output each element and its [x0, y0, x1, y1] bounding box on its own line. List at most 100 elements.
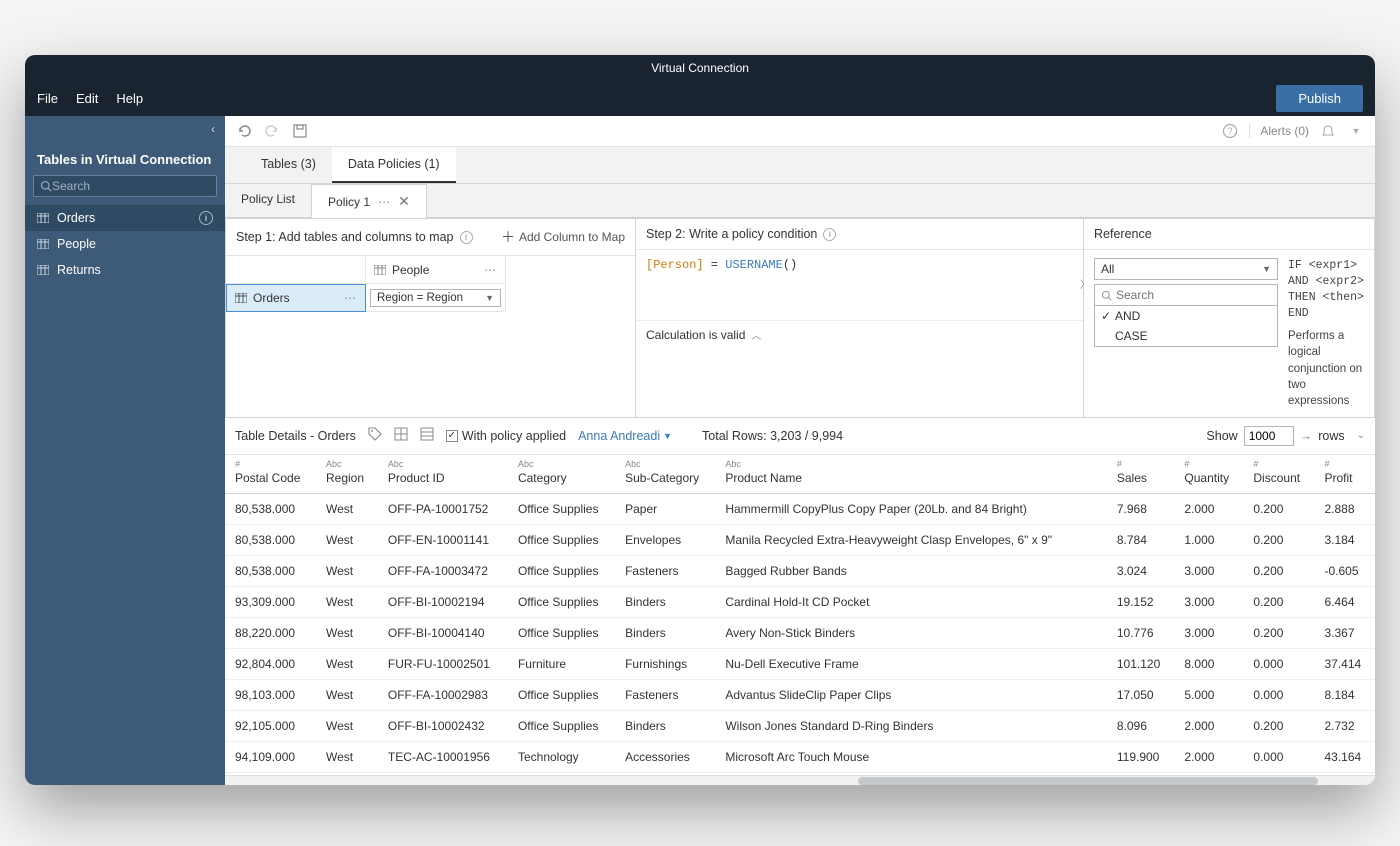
sidebar-item-label: People: [57, 237, 96, 251]
tab-data-policies[interactable]: Data Policies (1): [332, 147, 456, 183]
user-select[interactable]: Anna Andreadi ▼: [578, 429, 672, 443]
column-header[interactable]: AbcProduct ID: [378, 455, 508, 494]
subtab-policy-1[interactable]: Policy 1 ⋯ ✕: [311, 184, 427, 218]
map-cell-region-select[interactable]: Region = Region ▼: [366, 284, 506, 312]
table-cell: 2.000: [1174, 710, 1243, 741]
column-header[interactable]: #Discount: [1243, 455, 1314, 494]
more-icon[interactable]: ⋯: [344, 291, 357, 305]
column-header[interactable]: AbcCategory: [508, 455, 615, 494]
table-cell: West: [316, 493, 378, 524]
table-cell: 93,309.000: [225, 586, 316, 617]
table-row[interactable]: 92,804.000WestFUR-FU-10002501FurnitureFu…: [225, 648, 1375, 679]
table-row[interactable]: 80,538.000WestOFF-FA-10003472Office Supp…: [225, 555, 1375, 586]
table-cell: West: [316, 586, 378, 617]
table-cell: 98,103.000: [225, 679, 316, 710]
region-mapping-select[interactable]: Region = Region ▼: [370, 289, 501, 307]
sidebar-item-returns[interactable]: Returns: [25, 257, 225, 283]
table-row[interactable]: 80,538.000WestOFF-PA-10001752Office Supp…: [225, 493, 1375, 524]
data-table-wrapper[interactable]: #Postal CodeAbcRegionAbcProduct IDAbcCat…: [225, 455, 1375, 775]
map-cell-orders[interactable]: Orders ⋯: [226, 284, 366, 312]
tab-tables[interactable]: Tables (3): [245, 147, 332, 183]
column-header[interactable]: #Quantity: [1174, 455, 1243, 494]
policy-tab-more-icon[interactable]: ⋯: [378, 195, 390, 209]
table-details-title: Table Details - Orders: [235, 429, 356, 443]
caret-down-icon[interactable]: ▼: [1347, 122, 1365, 140]
table-cell: Manila Recycled Extra-Heavyweight Clasp …: [715, 524, 1107, 555]
step2-header: Step 2: Write a policy condition i: [636, 219, 1083, 250]
chevron-down-icon[interactable]: ⌄: [1357, 430, 1365, 441]
policy-condition-editor[interactable]: [Person] = USERNAME(): [636, 250, 1083, 320]
caret-down-icon: ▼: [1262, 264, 1271, 274]
table-cell: 80,538.000: [225, 555, 316, 586]
table-row[interactable]: 98,103.000WestOFF-FA-10002983Office Supp…: [225, 679, 1375, 710]
reference-item-and[interactable]: AND: [1095, 306, 1277, 326]
column-header[interactable]: AbcProduct Name: [715, 455, 1107, 494]
table-row[interactable]: 80,538.000WestOFF-EN-10001141Office Supp…: [225, 524, 1375, 555]
caret-down-icon: ▼: [485, 293, 494, 303]
collapse-icon[interactable]: 〉: [1080, 276, 1090, 291]
info-icon[interactable]: i: [199, 211, 213, 225]
table-row[interactable]: 93,309.000WestOFF-BI-10002194Office Supp…: [225, 586, 1375, 617]
horizontal-scrollbar[interactable]: [225, 775, 1375, 785]
map-cell-people[interactable]: People ⋯: [366, 256, 506, 284]
column-header[interactable]: #Sales: [1107, 455, 1175, 494]
redo-button[interactable]: [263, 122, 281, 140]
table-cell: Office Supplies: [508, 679, 615, 710]
column-header[interactable]: #Profit: [1314, 455, 1375, 494]
scrollbar-thumb[interactable]: [858, 777, 1318, 785]
grid-view-icon[interactable]: [394, 427, 408, 444]
reference-search-input[interactable]: [1116, 288, 1271, 302]
table-cell: 8.096: [1107, 710, 1175, 741]
sidebar-collapse-button[interactable]: ‹: [25, 116, 225, 142]
undo-button[interactable]: [235, 122, 253, 140]
add-column-button[interactable]: ＋Add Column to Map: [501, 227, 625, 247]
table-details-bar: Table Details - Orders ✓ With policy app…: [225, 418, 1375, 455]
table-cell: 0.200: [1243, 710, 1314, 741]
data-table: #Postal CodeAbcRegionAbcProduct IDAbcCat…: [225, 455, 1375, 775]
tag-icon[interactable]: [368, 427, 382, 444]
table-icon: [37, 265, 49, 275]
alerts-label[interactable]: Alerts (0): [1249, 124, 1309, 138]
close-icon[interactable]: ✕: [398, 193, 410, 210]
column-header[interactable]: #Postal Code: [225, 455, 316, 494]
save-button[interactable]: [291, 122, 309, 140]
sidebar-item-people[interactable]: People: [25, 231, 225, 257]
info-icon[interactable]: i: [823, 228, 836, 241]
table-cell: 2.000: [1174, 493, 1243, 524]
table-cell: Binders: [615, 586, 715, 617]
reference-filter-select[interactable]: All ▼: [1094, 258, 1278, 280]
table-row[interactable]: 88,220.000WestOFF-BI-10004140Office Supp…: [225, 617, 1375, 648]
table-cell: West: [316, 555, 378, 586]
reference-item-case[interactable]: CASE: [1095, 326, 1277, 346]
table-cell: 8.000: [1174, 648, 1243, 679]
menu-help[interactable]: Help: [116, 91, 143, 106]
main-tabs: Tables (3) Data Policies (1): [225, 147, 1375, 184]
column-header[interactable]: AbcSub-Category: [615, 455, 715, 494]
menu-file[interactable]: File: [37, 91, 58, 106]
column-header[interactable]: AbcRegion: [316, 455, 378, 494]
table-cell: 3.184: [1314, 524, 1375, 555]
sidebar-item-orders[interactable]: Orders i: [25, 205, 225, 231]
table-cell: 3.000: [1174, 617, 1243, 648]
table-cell: 0.200: [1243, 493, 1314, 524]
info-icon[interactable]: i: [460, 231, 473, 244]
calculation-status[interactable]: Calculation is valid ︿: [636, 320, 1083, 348]
help-button[interactable]: ?: [1221, 122, 1239, 140]
subtab-policy-list[interactable]: Policy List: [225, 184, 311, 217]
more-icon[interactable]: ⋯: [484, 263, 497, 277]
svg-text:?: ?: [1228, 126, 1233, 136]
arrow-right-icon[interactable]: →: [1300, 429, 1313, 443]
table-row[interactable]: 92,105.000WestOFF-BI-10002432Office Supp…: [225, 710, 1375, 741]
table-cell: West: [316, 524, 378, 555]
show-rows-input[interactable]: [1244, 426, 1294, 446]
bell-icon[interactable]: [1319, 122, 1337, 140]
table-row[interactable]: 94,109.000WestTEC-AC-10001956TechnologyA…: [225, 741, 1375, 772]
sidebar-search[interactable]: [33, 175, 217, 197]
sidebar-search-input[interactable]: [52, 179, 210, 193]
list-view-icon[interactable]: [420, 427, 434, 444]
reference-search[interactable]: [1094, 284, 1278, 306]
publish-button[interactable]: Publish: [1276, 85, 1363, 112]
menu-edit[interactable]: Edit: [76, 91, 98, 106]
policy-applied-toggle[interactable]: ✓ With policy applied: [446, 429, 566, 443]
table-cell: 0.000: [1243, 741, 1314, 772]
